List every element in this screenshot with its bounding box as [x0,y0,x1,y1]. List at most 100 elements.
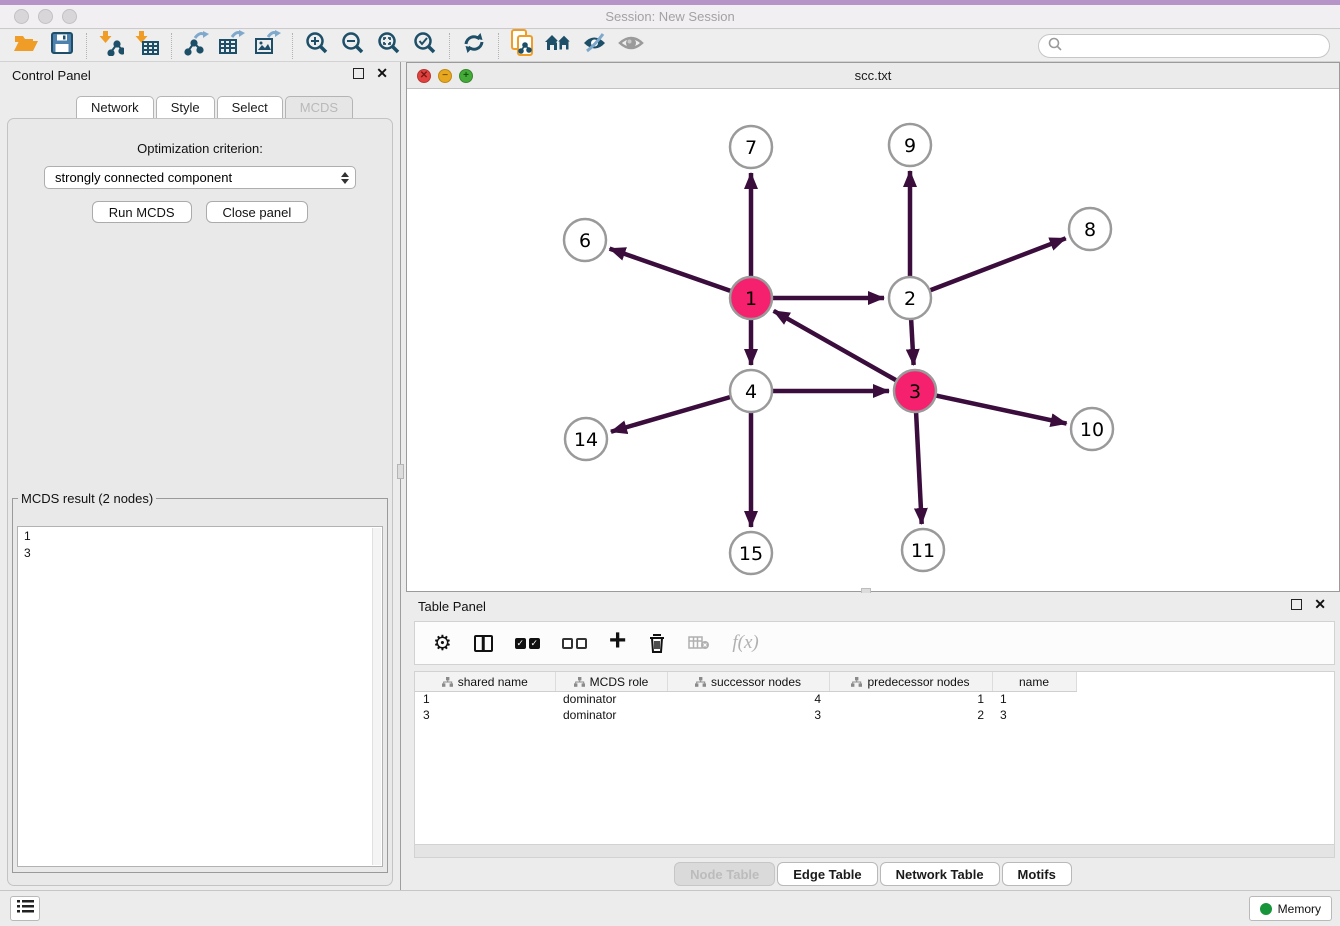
node-14[interactable]: 14 [565,418,607,460]
node-4[interactable]: 4 [730,370,772,412]
float-panel-icon[interactable] [353,68,364,79]
float-table-panel-icon[interactable] [1291,599,1302,610]
search-input[interactable] [1063,37,1329,55]
export-image-button[interactable] [250,31,286,61]
export-network-button[interactable] [178,31,214,61]
node-6[interactable]: 6 [564,219,606,261]
svg-text:3: 3 [909,381,921,403]
select-stepper-icon [341,172,349,184]
fit-content-button[interactable] [371,31,407,61]
table-cell: dominator [555,707,667,723]
column-header[interactable]: shared name [415,672,555,691]
mcds-result-textarea[interactable]: 13 [17,526,383,867]
node-8[interactable]: 8 [1069,208,1111,250]
hide-panels-button[interactable] [577,31,613,61]
deselect-all-columns-icon[interactable] [562,638,587,649]
svg-text:8: 8 [1084,219,1096,241]
result-scrollbar[interactable] [372,528,381,865]
tab-mcds[interactable]: MCDS [285,96,353,118]
tab-node-table[interactable]: Node Table [674,862,775,886]
edge-3-1[interactable] [774,311,897,381]
node-11[interactable]: 11 [902,529,944,571]
control-panel: Control Panel ✕ Network Style Select MCD… [0,62,401,890]
show-panels-button[interactable] [613,31,649,61]
export-table-button[interactable] [214,31,250,61]
delete-column-trash-icon[interactable] [648,633,666,654]
zoom-selected-button[interactable] [407,31,443,61]
node-table[interactable]: shared nameMCDS rolesuccessor nodesprede… [414,671,1335,845]
network-canvas[interactable]: 7 9 6 8 1 2 4 3 14 10 15 11 [407,89,1339,591]
zoom-in-button[interactable] [299,31,335,61]
open-session-button[interactable] [8,31,44,61]
function-builder-icon: f(x) [732,632,758,654]
edge-4-14[interactable] [611,397,731,432]
node-9[interactable]: 9 [889,124,931,166]
table-settings-gear-icon[interactable]: ⚙ [433,631,452,656]
titlebar: Session: New Session [0,5,1340,29]
control-panel-tabs: Network Style Select MCDS [76,96,355,118]
column-header[interactable]: successor nodes [667,672,829,691]
edge-1-6[interactable] [610,249,732,291]
svg-text:11: 11 [911,540,935,562]
close-panel-button[interactable]: Close panel [206,201,309,223]
criterion-select[interactable]: strongly connected component [44,166,356,189]
split-view-icon[interactable] [474,635,493,652]
node-15[interactable]: 15 [730,532,772,574]
hierarchy-icon [574,677,585,687]
optimization-criterion-label: Optimization criterion: [8,141,392,156]
tab-style[interactable]: Style [156,96,215,118]
home-view-button[interactable] [541,31,577,61]
search-field[interactable] [1038,34,1330,58]
import-network-icon [98,30,124,61]
svg-text:10: 10 [1080,419,1104,441]
search-icon [1047,36,1063,57]
network-graph[interactable]: 7 9 6 8 1 2 4 3 14 10 15 11 [407,89,1339,591]
table-row[interactable]: 1dominator411 [415,691,1076,707]
tab-select[interactable]: Select [217,96,283,118]
column-header[interactable]: MCDS role [555,672,667,691]
edge-2-3[interactable] [911,319,913,365]
zoom-out-button[interactable] [335,31,371,61]
edge-3-10[interactable] [936,395,1067,423]
tab-edge-table[interactable]: Edge Table [777,862,877,886]
import-table-button[interactable] [129,31,165,61]
refresh-icon [462,31,486,60]
edge-2-8[interactable] [930,238,1066,290]
table-cell: 4 [667,691,829,707]
tab-motifs[interactable]: Motifs [1002,862,1072,886]
node-3[interactable]: 3 [894,370,936,412]
network-window-title: scc.txt [407,68,1339,83]
tab-network-table[interactable]: Network Table [880,862,1000,886]
node-2[interactable]: 2 [889,277,931,319]
task-history-button[interactable] [10,896,40,921]
column-header[interactable]: predecessor nodes [829,672,992,691]
save-session-button[interactable] [44,31,80,61]
column-header[interactable]: name [992,672,1076,691]
hierarchy-icon [851,677,862,687]
node-7[interactable]: 7 [730,126,772,168]
clone-network-button[interactable] [505,31,541,61]
edge-3-11[interactable] [916,412,922,524]
memory-button[interactable]: Memory [1249,896,1332,921]
select-all-columns-icon[interactable]: ✓✓ [515,638,540,649]
svg-text:9: 9 [904,135,916,157]
run-mcds-button[interactable]: Run MCDS [92,201,192,223]
table-panel: Table Panel ✕ ⚙ ✓✓ + f(x) shared nameMCD… [406,593,1340,886]
refresh-view-button[interactable] [456,31,492,61]
import-network-button[interactable] [93,31,129,61]
node-1[interactable]: 1 [730,277,772,319]
clone-network-icon [510,29,536,62]
network-window-titlebar[interactable]: ✕ − + scc.txt [407,63,1339,89]
svg-text:2: 2 [904,288,916,310]
save-floppy-icon [51,32,73,59]
table-scroll-strip[interactable] [414,845,1335,858]
close-table-panel-icon[interactable]: ✕ [1314,599,1326,610]
add-column-icon[interactable]: + [609,631,627,651]
vertical-splitter-handle[interactable] [397,464,404,479]
table-row[interactable]: 3dominator323 [415,707,1076,723]
node-10[interactable]: 10 [1071,408,1113,450]
close-panel-icon[interactable]: ✕ [376,68,388,79]
tab-network[interactable]: Network [76,96,154,118]
svg-text:14: 14 [574,429,598,451]
import-table-icon [134,30,160,61]
